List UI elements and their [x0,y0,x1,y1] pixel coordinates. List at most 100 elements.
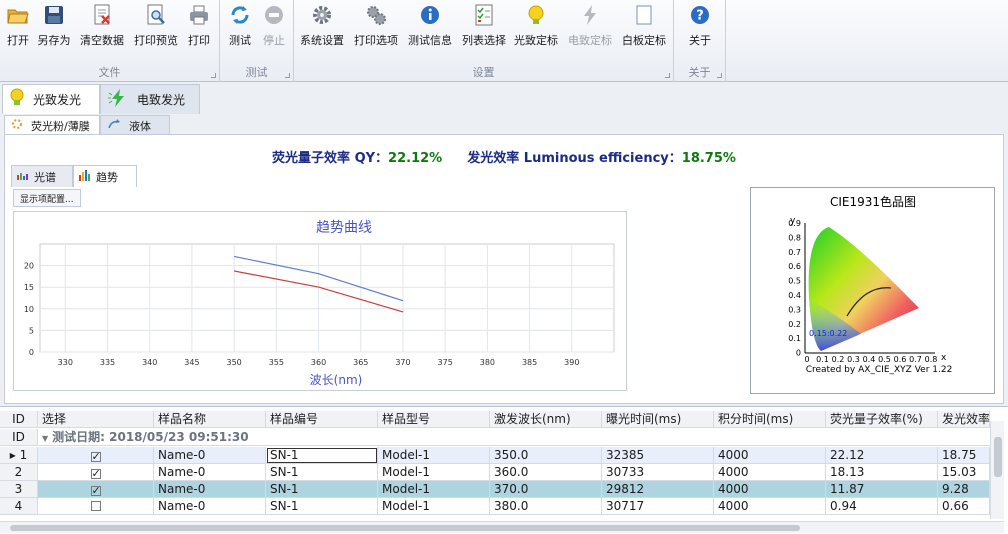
bar-chart-icon [78,169,92,184]
print-options-button[interactable]: 打印选项 [352,4,400,50]
x-tick-label: 330 [58,358,73,367]
checkbox[interactable]: ✓ [90,485,101,496]
vertical-scrollbar[interactable] [990,421,1004,519]
horizontal-scrollbar[interactable] [0,521,1004,533]
test-button[interactable]: 测试 [226,4,254,50]
row-select-checkbox[interactable]: ✓ [38,447,154,464]
row-select-checkbox[interactable] [38,498,154,515]
x-axis-label: 波长(nm) [310,373,363,387]
table-row[interactable]: ▸ 1 ✓ Name-0 SN-1 Model-1 350.0 32385 4000 22.12… [0,447,990,464]
group-expand-icon[interactable] [717,73,722,78]
cell-code: SN-1 [266,498,378,515]
group-row[interactable]: ID ▼ 测试日期: 2018/05/23 09:51:30 [0,429,990,446]
group-expand-icon[interactable] [285,73,290,78]
x-tick-label: 350 [227,358,242,367]
checklist-icon [473,4,495,26]
group-expand-icon[interactable] [665,73,670,78]
stop-button[interactable]: 停止 [260,4,288,50]
group-expand-icon[interactable] [211,73,216,78]
el-calibration-button[interactable]: 电致定标 [566,4,614,50]
y-tick-label: 0 [29,348,34,357]
row-id: 3 [0,481,38,498]
about-button[interactable]: ? 关于 [686,4,714,50]
tab-spectrum[interactable]: 光谱 [11,165,73,187]
table-row[interactable]: 3 ✓ Name-0 SN-1 Model-1 370.0 29812 4000 11.87 9.… [0,481,990,498]
test-info-button[interactable]: 测试信息 [406,4,454,50]
print-button[interactable]: 打印 [184,4,214,50]
scrollbar-thumb[interactable] [994,437,1002,477]
table-row[interactable]: 4 Name-0 SN-1 Model-1 380.0 30717 4000 0.94 0.66 [0,498,990,515]
print-preview-icon [145,4,167,26]
scrollbar-thumb[interactable] [10,525,800,531]
column-header[interactable]: 荧光量子效率(%) [826,411,938,428]
cell-le: 9.28 [938,481,990,498]
efficiency-summary: 荧光量子效率 QY：22.12% 发光效率 Luminous efficienc… [272,151,736,166]
column-header[interactable]: 曝光时间(ms) [602,411,714,428]
cell-name: Name-0 [154,464,266,481]
results-panel: 荧光量子效率 QY：22.12% 发光效率 Luminous efficienc… [4,134,1004,404]
tab-phosphor-film[interactable]: 荧光粉/薄膜 [4,115,100,135]
column-header[interactable]: 发光效率(%) [938,411,990,428]
x-tick-label: 355 [269,358,284,367]
column-header[interactable]: 样品型号 [378,411,490,428]
column-header[interactable]: ID [0,411,38,428]
cell-qy: 22.12 [826,447,938,464]
print-preview-button[interactable]: 打印预览 [132,4,180,50]
save-as-button[interactable]: 另存为 [36,4,72,50]
clear-data-button[interactable]: 清空数据 [76,4,128,50]
ribbon-group-settings: 系统设置 打印选项 测试信息 列表选择 光致定标 电致定标 白板定标 设置 [294,0,674,82]
collapse-icon[interactable]: ▼ [42,434,48,443]
cie-x-tick: 0.3 [847,355,860,364]
tab-liquid[interactable]: 液体 [100,115,170,135]
ribbon-group-about: ? 关于 关于 [674,0,726,82]
cell-name: Name-0 [154,498,266,515]
column-header[interactable]: 样品名称 [154,411,266,428]
row-select-checkbox[interactable]: ✓ [38,481,154,498]
y-tick-label: 5 [29,326,34,335]
cie-y-tick: 0.3 [788,305,801,314]
lightbulb-icon [9,87,25,112]
tab-electroluminescence[interactable]: 电致发光 [100,84,200,114]
whiteboard-calibration-button[interactable]: 白板定标 [620,4,668,50]
y-tick-label: 10 [24,305,34,314]
cie-x-tick: 0 [804,355,809,364]
checkbox[interactable]: ✓ [90,451,101,462]
x-tick-label: 370 [395,358,410,367]
list-select-button[interactable]: 列表选择 [460,4,508,50]
group-header[interactable]: ▼ 测试日期: 2018/05/23 09:51:30 [38,429,990,446]
curve-arrow-icon [107,118,121,133]
tab-photoluminescence[interactable]: 光致发光 [2,84,100,114]
cie-x-tick: 0.2 [832,355,845,364]
cie-y-tick: 0.6 [788,262,801,271]
plot-area [39,243,615,353]
cie-x-tick: 0.6 [894,355,907,364]
tab-trend[interactable]: 趋势 [73,165,137,187]
cell-qy: 18.13 [826,464,938,481]
cell-wavelength: 360.0 [490,464,602,481]
cie-y-tick: 0.5 [788,277,801,286]
system-settings-button[interactable]: 系统设置 [298,4,346,50]
checkbox[interactable]: ✓ [90,468,101,479]
display-config-button[interactable]: 显示项配置... [13,189,81,207]
row-id: 2 [0,464,38,481]
cell-exposure: 30733 [602,464,714,481]
pl-calibration-button[interactable]: 光致定标 [512,4,560,50]
group-id-cell: ID [0,429,38,446]
column-header[interactable]: 样品编号 [266,411,378,428]
cie-y-tick: 0.1 [788,334,801,343]
whiteboard-icon [633,4,655,26]
cell-name: Name-0 [154,447,266,464]
row-select-checkbox[interactable]: ✓ [38,464,154,481]
svg-text:?: ? [696,9,704,24]
cell-qy: 0.94 [826,498,938,515]
table-header: ID 选择 样品名称 样品编号 样品型号 激发波长(nm) 曝光时间(ms) 积分时间(ms)… [0,411,990,428]
table-row[interactable]: 2 ✓ Name-0 SN-1 Model-1 360.0 30733 4000 18.13 15… [0,464,990,481]
open-button[interactable]: 打开 [4,4,32,50]
cie-y-tick: 0.2 [788,320,801,329]
column-header[interactable]: 积分时间(ms) [714,411,826,428]
column-header[interactable]: 激发波长(nm) [490,411,602,428]
gears-icon [365,4,387,26]
checkbox[interactable] [90,501,101,511]
cell-code[interactable]: SN-1 [266,447,378,464]
column-header[interactable]: 选择 [38,411,154,428]
